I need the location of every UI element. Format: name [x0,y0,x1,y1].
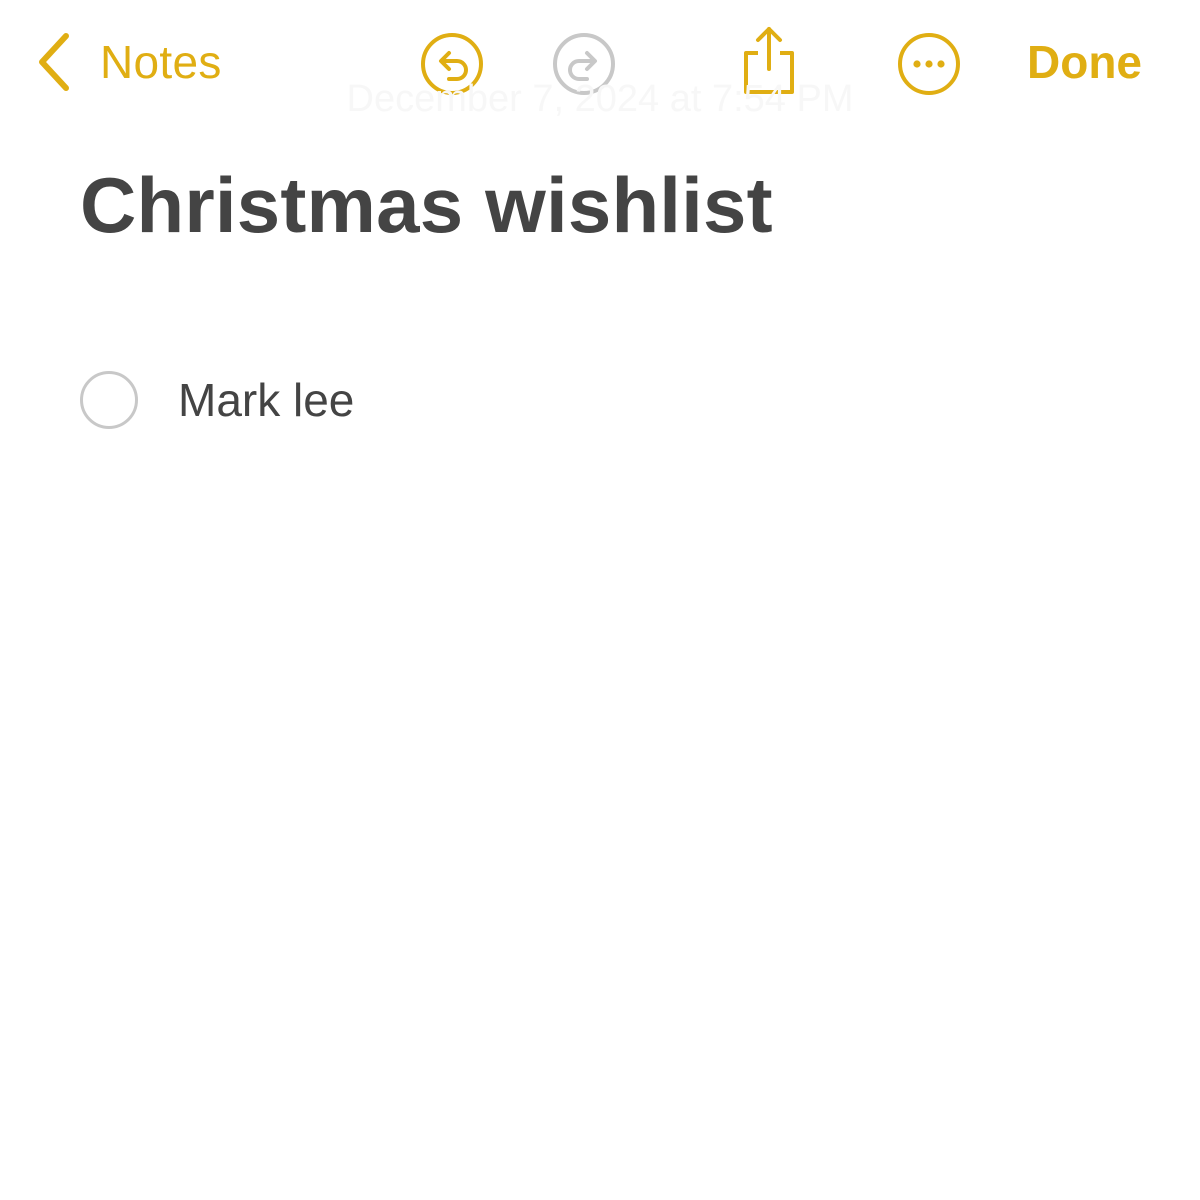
checklist-item: Mark lee [80,366,354,434]
checklist-item-text[interactable]: Mark lee [178,366,354,434]
note-date: December 7, 2024 at 7:54 PM [346,78,854,120]
note-title[interactable]: Christmas wishlist [80,160,773,251]
checklist: Mark lee [80,366,354,434]
checklist-checkbox[interactable] [80,371,138,429]
note-editor-screen: Notes Done December 7, 2024 at 7:54 PM C… [0,0,1200,1200]
